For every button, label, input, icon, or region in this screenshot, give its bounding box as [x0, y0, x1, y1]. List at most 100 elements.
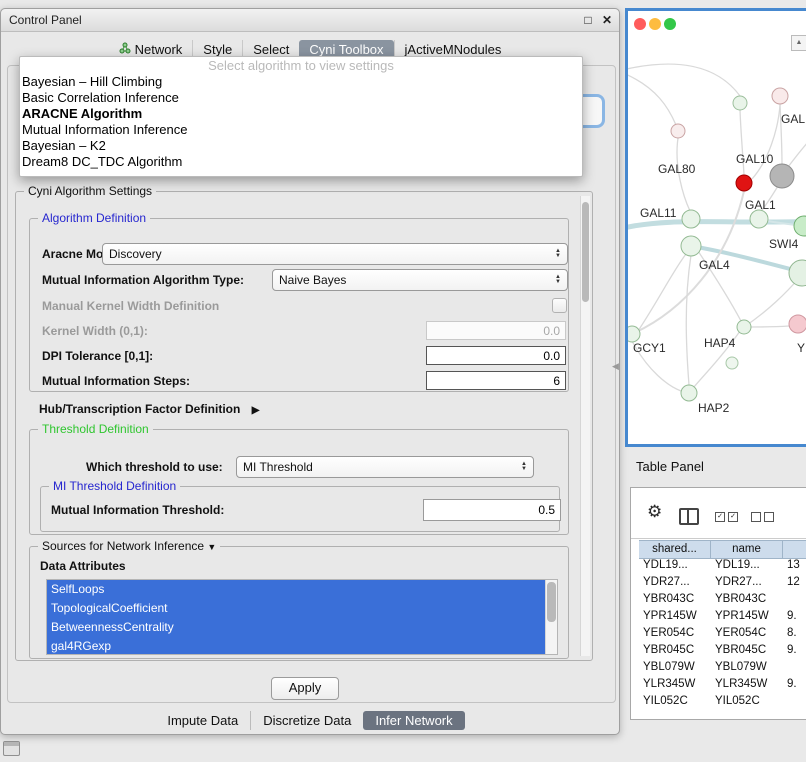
network-node[interactable] [682, 210, 700, 228]
network-node-label: GAL11 [640, 206, 677, 220]
tab-label: Network [135, 42, 183, 57]
close-icon[interactable]: ✕ [602, 13, 612, 27]
algorithm-option-mutual-information-inference[interactable]: Mutual Information Inference [20, 122, 582, 138]
hub-tf-definition-label: Hub/Transcription Factor Definition [39, 402, 240, 416]
table-row[interactable]: YER054CYER054C8. [639, 625, 806, 642]
network-edge[interactable] [628, 71, 676, 125]
network-graph[interactable]: GALGAL80GAL10GAL11GAL1SWI4GAL4GCY1HAP4YH… [628, 11, 806, 444]
algorithm-option-bayesian-k2[interactable]: Bayesian – K2 [20, 138, 582, 154]
table-cell: YDR27... [711, 574, 783, 591]
network-node[interactable] [736, 175, 752, 191]
which-threshold-label: Which threshold to use: [86, 460, 223, 474]
network-edge[interactable] [788, 129, 806, 167]
network-node[interactable] [750, 210, 768, 228]
algorithm-option-dream8-dc-tdc-algorithm[interactable]: Dream8 DC_TDC Algorithm [20, 154, 582, 170]
minimized-window-icon[interactable] [3, 741, 20, 756]
unchecked-pair-icon[interactable] [751, 512, 774, 522]
mi-type-select[interactable]: Naive Bayes ▲▼ [272, 269, 568, 291]
network-edge[interactable] [751, 326, 789, 327]
table-cell: YDL19... [639, 557, 711, 574]
table-cell: 9. [783, 642, 806, 659]
network-node[interactable] [770, 164, 794, 188]
table-row[interactable]: YDL19...YDL19...13 [639, 557, 806, 574]
attribute-item-selfloops[interactable]: SelfLoops [47, 580, 557, 599]
network-view-window[interactable]: GALGAL80GAL10GAL11GAL1SWI4GAL4GCY1HAP4YH… [625, 8, 806, 447]
apply-button[interactable]: Apply [271, 677, 339, 700]
algorithm-option-aracne-algorithm[interactable]: ARACNE Algorithm [20, 106, 582, 122]
settings-scrollbar-thumb[interactable] [582, 202, 589, 302]
control-panel-titlebar[interactable]: Control Panel □ ✕ [1, 9, 619, 32]
table-cell: 13 [783, 557, 806, 574]
network-scroll-up-icon[interactable]: ▲ [791, 35, 806, 51]
columns-icon[interactable] [679, 508, 699, 525]
spinner-arrows-icon: ▲▼ [521, 462, 527, 472]
algorithm-option-basic-correlation-inference[interactable]: Basic Correlation Inference [20, 90, 582, 106]
network-edge[interactable] [628, 64, 740, 96]
manual-kernel-checkbox[interactable] [552, 298, 567, 313]
hub-tf-definition-expander[interactable]: Hub/Transcription Factor Definition ▶ [39, 402, 259, 416]
gear-icon[interactable]: ⚙ [647, 502, 662, 522]
network-edge[interactable] [686, 255, 691, 385]
column-header-shared[interactable]: shared... [639, 541, 711, 558]
bottom-tab-impute-data[interactable]: Impute Data [155, 711, 250, 730]
table-cell: YIL052C [639, 693, 711, 710]
table-row[interactable]: YPR145WYPR145W9. [639, 608, 806, 625]
table-row[interactable]: YIL052CYIL052C [639, 693, 806, 710]
sources-title[interactable]: Sources for Network Inference ▼ [38, 539, 220, 553]
mi-threshold-group-title: MI Threshold Definition [49, 479, 180, 493]
column-header-2[interactable] [783, 541, 806, 558]
table-cell: YER054C [639, 625, 711, 642]
settings-scrollbar[interactable] [580, 196, 590, 656]
table-toolbar: ⚙ ✓ ✓ [631, 488, 806, 539]
checked-pair-icon[interactable]: ✓ ✓ [715, 512, 738, 522]
network-node[interactable] [671, 124, 685, 138]
dpi-tolerance-input[interactable] [426, 346, 566, 365]
bottom-tab-infer-network[interactable]: Infer Network [363, 711, 464, 730]
table-cell: YER054C [711, 625, 783, 642]
column-header-name[interactable]: name [711, 541, 783, 558]
attribute-item-gal4rgexp[interactable]: gal4RGexp [47, 637, 557, 655]
attribute-item-topologicalcoefficient[interactable]: TopologicalCoefficient [47, 599, 557, 618]
mi-threshold-group: MI Threshold Definition Mutual Informati… [40, 486, 560, 532]
network-node[interactable] [737, 320, 751, 334]
table-cell: YBR043C [711, 591, 783, 608]
table-row[interactable]: YBR043CYBR043C [639, 591, 806, 608]
attribute-list-scrollbar[interactable] [545, 580, 557, 654]
mi-threshold-label: Mutual Information Threshold: [51, 503, 224, 517]
aracne-mode-value: Discovery [109, 247, 162, 261]
network-node[interactable] [681, 236, 701, 256]
aracne-mode-select[interactable]: Discovery ▲▼ [102, 243, 568, 265]
algorithm-option-bayesian-hill-climbing[interactable]: Bayesian – Hill Climbing [20, 74, 582, 90]
table-cell: 9. [783, 608, 806, 625]
table-panel-window: ⚙ ✓ ✓ shared...name YDL19...YDL19...13YD… [630, 487, 806, 720]
attribute-list-scrollbar-thumb[interactable] [547, 582, 556, 622]
network-node[interactable] [733, 96, 747, 110]
network-node[interactable] [681, 385, 697, 401]
algorithm-definition-title: Algorithm Definition [38, 211, 150, 225]
table-row[interactable]: YLR345WYLR345W9. [639, 676, 806, 693]
table-row[interactable]: YBL079WYBL079W [639, 659, 806, 676]
desktop: Control Panel □ ✕ NetworkStyleSelectCyni… [0, 0, 806, 762]
float-window-icon[interactable]: □ [584, 13, 591, 27]
network-node[interactable] [789, 315, 806, 333]
mi-steps-input[interactable] [426, 371, 566, 390]
cyni-algorithm-settings-title: Cyni Algorithm Settings [24, 184, 156, 198]
network-icon [119, 42, 131, 57]
expand-down-icon: ▼ [207, 542, 216, 552]
network-node[interactable] [794, 216, 806, 236]
data-attributes-list[interactable]: SelfLoopsTopologicalCoefficientBetweenne… [46, 579, 558, 655]
table-row[interactable]: YDR27...YDR27...12 [639, 574, 806, 591]
splitter-collapse-icon[interactable]: ◀ [612, 361, 619, 372]
network-node[interactable] [726, 357, 738, 369]
table-row[interactable]: YBR045CYBR045C9. [639, 642, 806, 659]
which-threshold-select[interactable]: MI Threshold ▲▼ [236, 456, 534, 478]
network-node[interactable] [789, 260, 806, 286]
network-edge[interactable] [638, 254, 686, 331]
bottom-tab-discretize-data[interactable]: Discretize Data [250, 711, 363, 730]
network-node[interactable] [628, 326, 640, 342]
attribute-item-betweennesscentrality[interactable]: BetweennessCentrality [47, 618, 557, 637]
kernel-width-input[interactable] [426, 321, 566, 340]
mi-threshold-input[interactable] [423, 499, 561, 521]
network-node[interactable] [772, 88, 788, 104]
network-node-label: HAP2 [698, 401, 730, 415]
